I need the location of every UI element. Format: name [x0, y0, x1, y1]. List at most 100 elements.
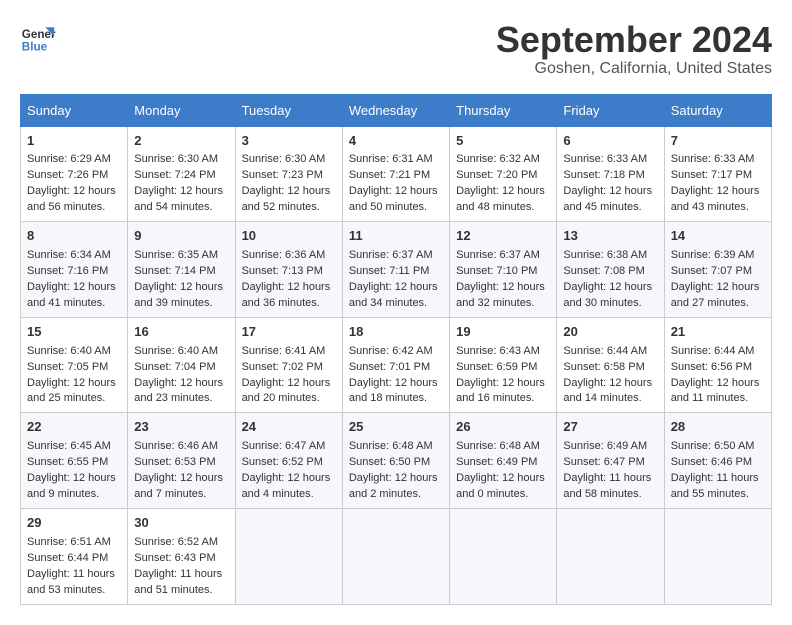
day-detail: Sunset: 7:07 PM — [671, 264, 765, 280]
day-detail: Sunset: 6:43 PM — [134, 551, 228, 567]
title-area: September 2024 Goshen, California, Unite… — [496, 20, 772, 78]
day-detail: Sunrise: 6:41 AM — [242, 344, 336, 360]
svg-text:Blue: Blue — [22, 41, 48, 54]
day-detail: Sunset: 7:17 PM — [671, 168, 765, 184]
day-detail: Daylight: 12 hours — [27, 471, 121, 487]
day-detail: Daylight: 12 hours — [456, 184, 550, 200]
day-detail: Sunrise: 6:37 AM — [349, 248, 443, 264]
day-detail: Daylight: 12 hours — [27, 376, 121, 392]
day-number: 4 — [349, 132, 443, 151]
calendar-day-cell: 6Sunrise: 6:33 AMSunset: 7:18 PMDaylight… — [557, 126, 664, 222]
calendar-day-cell: 16Sunrise: 6:40 AMSunset: 7:04 PMDayligh… — [128, 317, 235, 413]
day-detail: Sunrise: 6:44 AM — [563, 344, 657, 360]
day-detail: Sunrise: 6:40 AM — [27, 344, 121, 360]
calendar-day-cell — [557, 508, 664, 604]
calendar-day-cell — [664, 508, 771, 604]
day-detail: and 25 minutes. — [27, 391, 121, 407]
day-detail: and 9 minutes. — [27, 487, 121, 503]
calendar-day-cell: 25Sunrise: 6:48 AMSunset: 6:50 PMDayligh… — [342, 413, 449, 509]
weekday-header-cell: Wednesday — [342, 94, 449, 126]
day-detail: Daylight: 12 hours — [242, 471, 336, 487]
day-detail: Sunset: 6:52 PM — [242, 455, 336, 471]
calendar-day-cell: 23Sunrise: 6:46 AMSunset: 6:53 PMDayligh… — [128, 413, 235, 509]
day-number: 16 — [134, 323, 228, 342]
day-detail: Sunrise: 6:38 AM — [563, 248, 657, 264]
day-detail: Sunrise: 6:37 AM — [456, 248, 550, 264]
day-detail: and 53 minutes. — [27, 583, 121, 599]
day-detail: Sunrise: 6:29 AM — [27, 152, 121, 168]
day-detail: Sunrise: 6:40 AM — [134, 344, 228, 360]
day-number: 23 — [134, 418, 228, 437]
day-detail: Sunset: 6:58 PM — [563, 360, 657, 376]
day-detail: Daylight: 12 hours — [563, 280, 657, 296]
month-title: September 2024 — [496, 20, 772, 60]
day-detail: Sunrise: 6:33 AM — [563, 152, 657, 168]
day-detail: Daylight: 11 hours — [27, 567, 121, 583]
calendar-day-cell: 29Sunrise: 6:51 AMSunset: 6:44 PMDayligh… — [21, 508, 128, 604]
day-number: 20 — [563, 323, 657, 342]
calendar-day-cell: 30Sunrise: 6:52 AMSunset: 6:43 PMDayligh… — [128, 508, 235, 604]
day-number: 15 — [27, 323, 121, 342]
day-detail: Daylight: 11 hours — [563, 471, 657, 487]
day-detail: Sunset: 7:18 PM — [563, 168, 657, 184]
day-detail: and 55 minutes. — [671, 487, 765, 503]
weekday-header-cell: Sunday — [21, 94, 128, 126]
calendar-day-cell — [450, 508, 557, 604]
calendar-day-cell: 15Sunrise: 6:40 AMSunset: 7:05 PMDayligh… — [21, 317, 128, 413]
location-title: Goshen, California, United States — [496, 60, 772, 78]
calendar-day-cell: 7Sunrise: 6:33 AMSunset: 7:17 PMDaylight… — [664, 126, 771, 222]
day-detail: and 11 minutes. — [671, 391, 765, 407]
calendar-day-cell: 5Sunrise: 6:32 AMSunset: 7:20 PMDaylight… — [450, 126, 557, 222]
calendar-day-cell — [235, 508, 342, 604]
day-detail: Daylight: 12 hours — [349, 280, 443, 296]
day-detail: Sunset: 6:49 PM — [456, 455, 550, 471]
calendar-day-cell: 3Sunrise: 6:30 AMSunset: 7:23 PMDaylight… — [235, 126, 342, 222]
day-detail: Sunrise: 6:47 AM — [242, 439, 336, 455]
calendar-week-row: 15Sunrise: 6:40 AMSunset: 7:05 PMDayligh… — [21, 317, 772, 413]
day-detail: and 45 minutes. — [563, 200, 657, 216]
calendar-day-cell: 9Sunrise: 6:35 AMSunset: 7:14 PMDaylight… — [128, 222, 235, 318]
day-number: 9 — [134, 227, 228, 246]
day-number: 29 — [27, 514, 121, 533]
day-number: 25 — [349, 418, 443, 437]
day-detail: Sunrise: 6:36 AM — [242, 248, 336, 264]
day-detail: Sunset: 7:20 PM — [456, 168, 550, 184]
day-detail: Sunrise: 6:51 AM — [27, 535, 121, 551]
day-number: 17 — [242, 323, 336, 342]
day-detail: Sunrise: 6:44 AM — [671, 344, 765, 360]
calendar-day-cell: 8Sunrise: 6:34 AMSunset: 7:16 PMDaylight… — [21, 222, 128, 318]
weekday-header-cell: Saturday — [664, 94, 771, 126]
day-detail: Daylight: 12 hours — [349, 376, 443, 392]
day-detail: Sunset: 6:47 PM — [563, 455, 657, 471]
day-number: 19 — [456, 323, 550, 342]
day-detail: Daylight: 12 hours — [134, 471, 228, 487]
day-detail: Sunset: 7:08 PM — [563, 264, 657, 280]
calendar-day-cell: 13 Sunrise: 6:38 AMSunset: 7:08 PMDayligh… — [557, 222, 664, 318]
day-detail: Sunset: 6:53 PM — [134, 455, 228, 471]
calendar-day-cell: 28Sunrise: 6:50 AMSunset: 6:46 PMDayligh… — [664, 413, 771, 509]
day-detail: and 0 minutes. — [456, 487, 550, 503]
weekday-header-cell: Thursday — [450, 94, 557, 126]
day-detail: Sunset: 6:56 PM — [671, 360, 765, 376]
day-detail: and 23 minutes. — [134, 391, 228, 407]
day-number: 13 — [563, 227, 657, 246]
day-detail: and 20 minutes. — [242, 391, 336, 407]
calendar-day-cell: 21Sunrise: 6:44 AMSunset: 6:56 PMDayligh… — [664, 317, 771, 413]
day-number: 5 — [456, 132, 550, 151]
day-detail: and 58 minutes. — [563, 487, 657, 503]
day-detail: Sunset: 7:01 PM — [349, 360, 443, 376]
day-number: 22 — [27, 418, 121, 437]
calendar-day-cell: 24Sunrise: 6:47 AMSunset: 6:52 PMDayligh… — [235, 413, 342, 509]
day-detail: Daylight: 12 hours — [349, 184, 443, 200]
calendar-week-row: 22Sunrise: 6:45 AMSunset: 6:55 PMDayligh… — [21, 413, 772, 509]
day-detail: Sunset: 7:23 PM — [242, 168, 336, 184]
day-number: 21 — [671, 323, 765, 342]
day-detail: Sunrise: 6:33 AM — [671, 152, 765, 168]
day-detail: Sunrise: 6:50 AM — [671, 439, 765, 455]
day-detail: Sunrise: 6:48 AM — [456, 439, 550, 455]
day-detail: Sunrise: 6:31 AM — [349, 152, 443, 168]
calendar-day-cell — [342, 508, 449, 604]
calendar-day-cell: 4Sunrise: 6:31 AMSunset: 7:21 PMDaylight… — [342, 126, 449, 222]
calendar-week-row: 29Sunrise: 6:51 AMSunset: 6:44 PMDayligh… — [21, 508, 772, 604]
calendar-day-cell: 2Sunrise: 6:30 AMSunset: 7:24 PMDaylight… — [128, 126, 235, 222]
